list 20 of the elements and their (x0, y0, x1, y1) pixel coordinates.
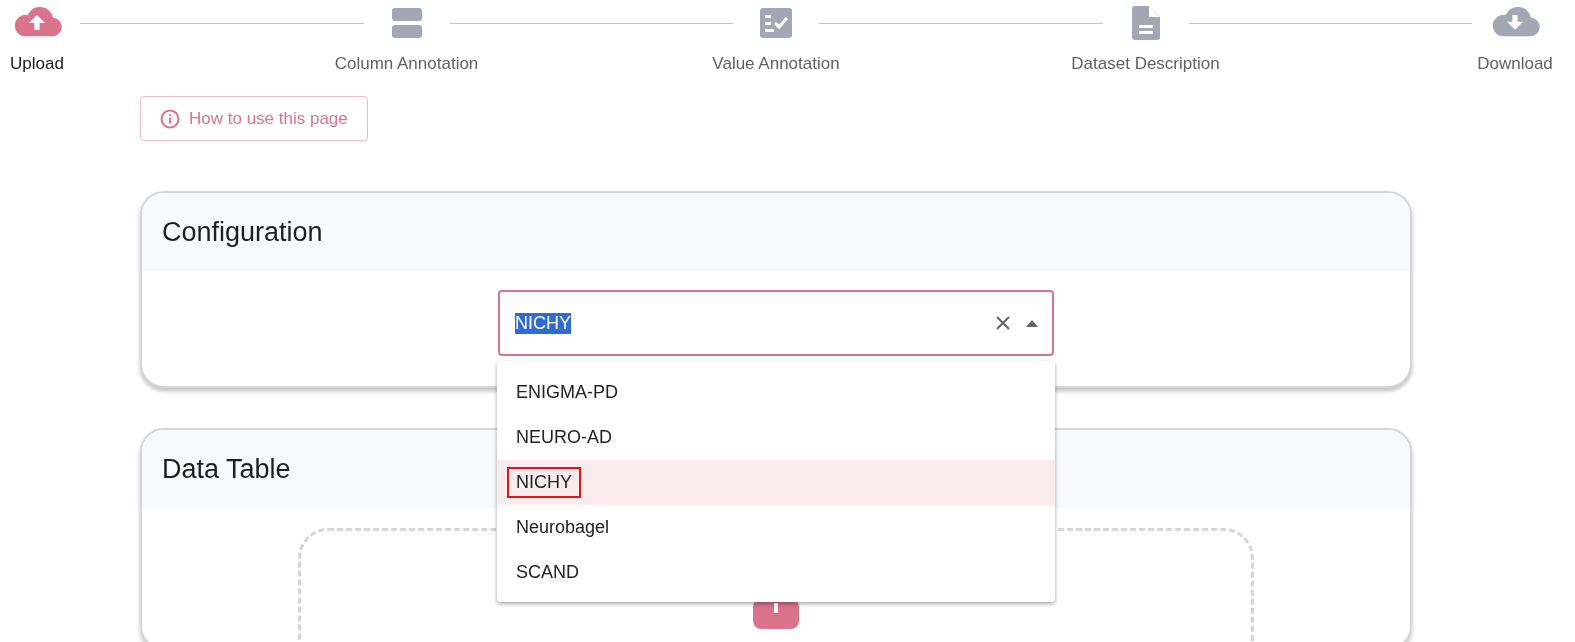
dropdown-option[interactable]: NEURO-AD (497, 415, 1055, 460)
close-icon[interactable] (996, 316, 1010, 330)
info-icon (160, 108, 180, 129)
dropdown-option[interactable]: Neurobagel (497, 505, 1055, 550)
stacked-bars-icon (390, 7, 423, 39)
step-label[interactable]: Column Annotation (334, 54, 479, 74)
dropdown-option[interactable]: SCAND (497, 550, 1055, 595)
document-icon (1131, 6, 1160, 40)
checklist-icon (760, 7, 792, 39)
step-label[interactable]: Download (1477, 54, 1553, 74)
select-value: NICHY (515, 312, 571, 334)
card-title: Data Table (162, 453, 291, 485)
dropdown-option[interactable]: NICHY (497, 460, 1055, 505)
step-label[interactable]: Dataset Description (1071, 54, 1220, 74)
dropdown-option[interactable]: ENIGMA-PD (497, 370, 1055, 415)
step-label[interactable]: Upload (10, 54, 64, 74)
card-title: Configuration (162, 216, 323, 248)
step-label[interactable]: Value Annotation (712, 54, 840, 74)
caret-icon[interactable] (1026, 319, 1038, 327)
dataset-select-field[interactable]: NICHY (498, 290, 1054, 356)
